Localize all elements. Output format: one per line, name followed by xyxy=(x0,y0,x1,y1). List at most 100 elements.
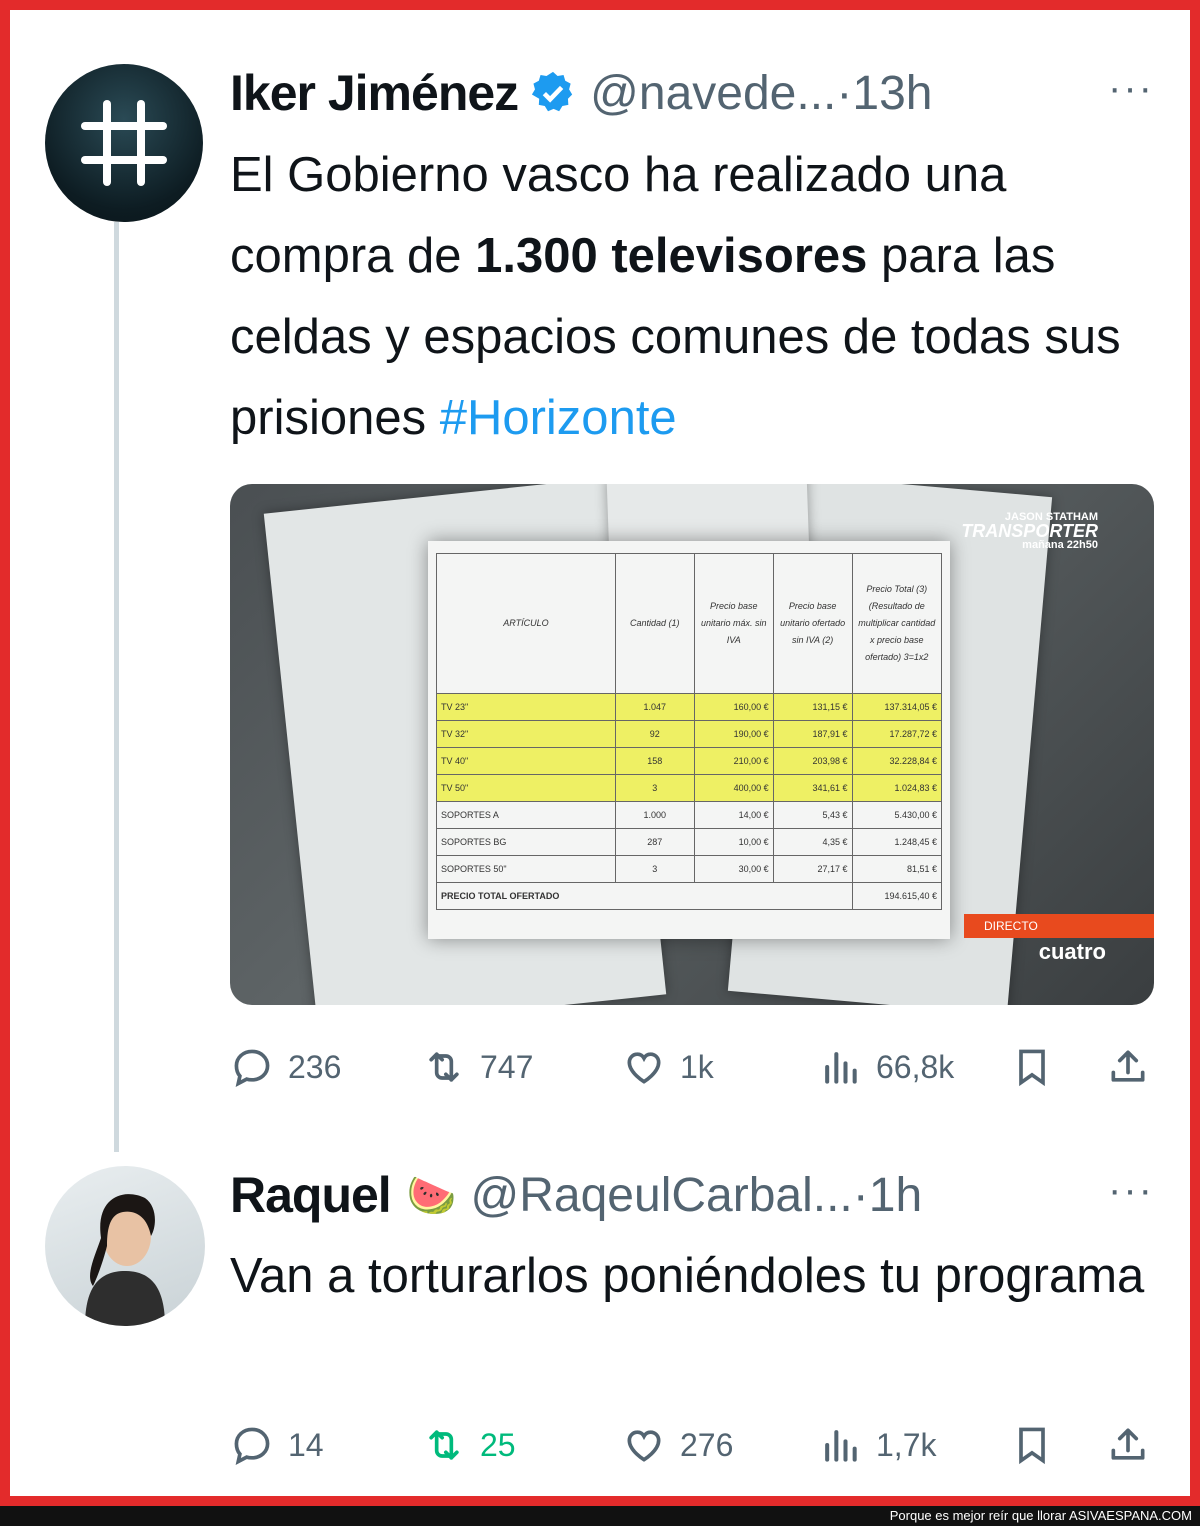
table-cell: TV 23" xyxy=(436,693,616,721)
retweet-icon xyxy=(429,1052,459,1082)
heart-icon xyxy=(627,1430,661,1462)
table-cell: 287 xyxy=(614,828,695,856)
table-cell: 27,17 € xyxy=(772,855,853,883)
table-header: Precio Total (3) (Resultado de multiplic… xyxy=(851,553,943,694)
hashtag-link[interactable]: #Horizonte xyxy=(440,391,677,445)
share-icon xyxy=(1111,1428,1145,1460)
table-cell: 4,35 € xyxy=(772,828,853,856)
share-icon xyxy=(1111,1050,1145,1082)
heart-icon xyxy=(627,1052,661,1084)
retweet-count: 747 xyxy=(480,1048,534,1085)
views-chart-icon xyxy=(825,1052,857,1084)
table-cell: 3 xyxy=(614,774,695,802)
retweet-button[interactable]: 747 xyxy=(422,1042,533,1092)
tv-promo-title: TRANSPORTER xyxy=(961,521,1098,541)
hashtag-logo-icon xyxy=(81,100,167,186)
table-cell: TV 40" xyxy=(436,747,616,775)
table-cell: 3 xyxy=(614,855,695,883)
table-row: SOPORTES A 1.000 14,00 €5,43 €5.430,00 € xyxy=(436,801,943,829)
views-button[interactable]: 66,8k xyxy=(818,1042,954,1092)
table-cell: SOPORTES A xyxy=(436,801,616,829)
table-cell: 190,00 € xyxy=(693,720,774,748)
table-row: TV 32" 92 190,00 €187,91 €17.287,72 € xyxy=(436,720,943,748)
reply-count: 14 xyxy=(288,1426,324,1463)
table-header: ARTÍCULO xyxy=(436,553,616,694)
table-cell: 14,00 € xyxy=(693,801,774,829)
table-cell: 158 xyxy=(614,747,695,775)
tweet-image[interactable]: ARTÍCULO Cantidad (1) Precio base unitar… xyxy=(230,484,1154,1005)
footer-site-link[interactable]: ASIVAESPANA.COM xyxy=(1069,1508,1192,1523)
price-table-document: ARTÍCULO Cantidad (1) Precio base unitar… xyxy=(428,541,950,939)
avatar[interactable] xyxy=(45,64,203,222)
table-cell: SOPORTES 50" xyxy=(436,855,616,883)
table-cell: 5.430,00 € xyxy=(851,801,943,829)
like-button[interactable]: 276 xyxy=(622,1420,733,1470)
reply-count: 236 xyxy=(288,1048,342,1085)
tweet-text: Van a torturarlos poniéndoles tu program… xyxy=(230,1249,1145,1303)
views-chart-icon xyxy=(825,1430,857,1462)
share-button[interactable] xyxy=(1106,1420,1164,1470)
bookmark-icon xyxy=(1019,1049,1045,1087)
table-cell: 131,15 € xyxy=(772,693,853,721)
footer-caption: Porque es mejor reír que llorar xyxy=(889,1508,1069,1523)
table-cell: 341,61 € xyxy=(772,774,853,802)
more-options-icon[interactable]: ··· xyxy=(1108,66,1154,111)
reply-icon xyxy=(234,1427,270,1465)
display-name[interactable]: Raquel xyxy=(230,1166,392,1224)
retweet-button[interactable]: 25 xyxy=(422,1420,516,1470)
total-label: PRECIO TOTAL OFERTADO xyxy=(436,882,853,910)
table-row: TV 23" 1.047 160,00 €131,15 €137.314,05 € xyxy=(436,693,943,721)
more-options-icon[interactable]: ··· xyxy=(1108,1168,1154,1213)
like-count: 276 xyxy=(680,1426,734,1463)
tweet-actions: 14 25 276 1,7k xyxy=(230,1420,1160,1470)
table-cell: 1.248,45 € xyxy=(851,828,943,856)
timestamp[interactable]: ·13h xyxy=(836,66,932,121)
price-table: ARTÍCULO Cantidad (1) Precio base unitar… xyxy=(436,553,943,910)
views-count: 1,7k xyxy=(876,1426,937,1463)
bookmark-button[interactable] xyxy=(1010,1420,1068,1470)
bookmark-button[interactable] xyxy=(1010,1042,1068,1092)
table-header: Cantidad (1) xyxy=(614,553,695,694)
table-row: SOPORTES 50" 3 30,00 €27,17 €81,51 € xyxy=(436,855,943,883)
table-cell: 10,00 € xyxy=(693,828,774,856)
channel-logo: cuatro xyxy=(1038,939,1106,964)
table-cell: 1.000 xyxy=(614,801,695,829)
views-button[interactable]: 1,7k xyxy=(818,1420,936,1470)
table-cell: 81,51 € xyxy=(851,855,943,883)
profile-photo-icon xyxy=(85,1194,165,1326)
table-cell: 160,00 € xyxy=(693,693,774,721)
table-cell: TV 50" xyxy=(436,774,616,802)
timestamp[interactable]: ·1h xyxy=(853,1168,922,1223)
reply-button[interactable]: 236 xyxy=(230,1042,341,1092)
table-cell: 5,43 € xyxy=(772,801,853,829)
handle[interactable]: @navede... xyxy=(590,66,836,121)
views-count: 66,8k xyxy=(876,1048,955,1085)
total-value: 194.615,40 € xyxy=(851,882,943,910)
table-cell: SOPORTES BG xyxy=(436,828,616,856)
verified-badge-icon xyxy=(532,71,573,112)
table-cell: 137.314,05 € xyxy=(851,693,943,721)
retweet-icon xyxy=(429,1430,459,1460)
watermark-footer: Porque es mejor reír que llorar ASIVAESP… xyxy=(0,1506,1200,1526)
avatar[interactable] xyxy=(45,1166,205,1326)
like-button[interactable]: 1k xyxy=(622,1042,714,1092)
live-badge: DIRECTO xyxy=(964,914,1154,938)
table-cell: 30,00 € xyxy=(693,855,774,883)
table-row: TV 40" 158 210,00 €203,98 €32.228,84 € xyxy=(436,747,943,775)
table-cell: 17.287,72 € xyxy=(851,720,943,748)
tweet-actions: 236 747 1k 66,8k xyxy=(230,1042,1160,1092)
table-cell: 1.047 xyxy=(614,693,695,721)
tv-promo: JASON STATHAM TRANSPORTER mañana 22h50 xyxy=(961,510,1098,552)
handle[interactable]: @RaqeulCarbal... xyxy=(471,1168,853,1223)
display-name[interactable]: Iker Jiménez xyxy=(230,64,519,122)
watermelon-emoji: 🍉 xyxy=(406,1173,457,1218)
reply-button[interactable]: 14 xyxy=(230,1420,324,1470)
share-button[interactable] xyxy=(1106,1042,1164,1092)
table-cell: 32.228,84 € xyxy=(851,747,943,775)
reply-icon xyxy=(234,1049,270,1087)
table-cell: 187,91 € xyxy=(772,720,853,748)
table-header: Precio base unitario máx. sin IVA xyxy=(693,553,774,694)
tweet-header: Iker Jiménez @navede... ·13h xyxy=(230,58,932,128)
thread-line xyxy=(114,222,119,1152)
table-header: Precio base unitario ofertado sin IVA (2… xyxy=(772,553,853,694)
